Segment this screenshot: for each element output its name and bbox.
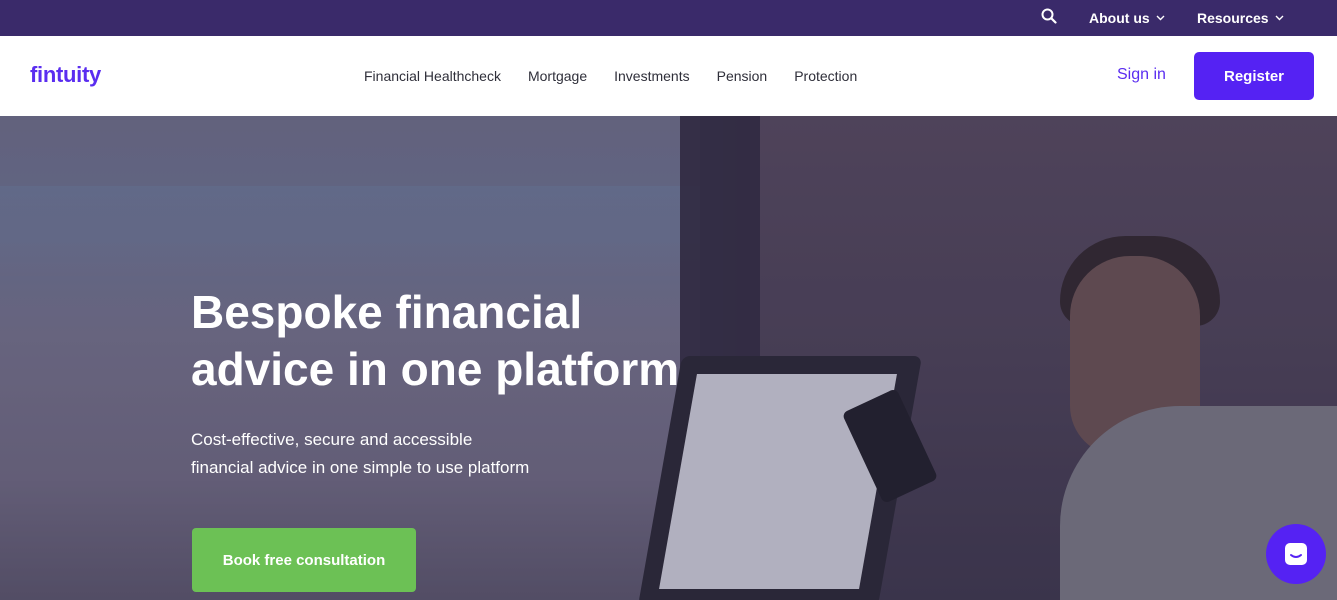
- chevron-down-icon: [1275, 15, 1284, 21]
- nav-mortgage[interactable]: Mortgage: [528, 68, 587, 84]
- main-header: fintuity Financial Healthcheck Mortgage …: [0, 36, 1337, 116]
- nav-investments[interactable]: Investments: [614, 68, 689, 84]
- book-consultation-button[interactable]: Book free consultation: [192, 528, 416, 592]
- resources-label: Resources: [1197, 10, 1269, 26]
- sign-in-link[interactable]: Sign in: [1117, 66, 1166, 84]
- hero-subtitle-line1: Cost-effective, secure and accessible: [191, 430, 473, 449]
- main-nav: Financial Healthcheck Mortgage Investmen…: [364, 36, 884, 116]
- register-button[interactable]: Register: [1194, 52, 1314, 100]
- hero-title-line1: Bespoke financial: [191, 286, 583, 338]
- hero-subtitle-line2: financial advice in one simple to use pl…: [191, 458, 530, 477]
- hero-subtitle: Cost-effective, secure and accessible fi…: [191, 426, 591, 482]
- top-utility-bar: About us Resources: [0, 0, 1337, 36]
- search-icon[interactable]: [1041, 8, 1057, 24]
- about-us-label: About us: [1089, 10, 1150, 26]
- hero-title-line2: advice in one platform: [191, 343, 680, 395]
- about-us-menu[interactable]: About us: [1089, 0, 1165, 36]
- nav-financial-healthcheck[interactable]: Financial Healthcheck: [364, 68, 501, 84]
- fintuity-logo[interactable]: fintuity: [30, 62, 101, 88]
- chat-launcher-button[interactable]: [1266, 524, 1326, 584]
- hero-section: Bespoke financial advice in one platform…: [0, 116, 1337, 600]
- chat-icon: [1285, 543, 1307, 565]
- hero-title: Bespoke financial advice in one platform: [191, 284, 751, 398]
- chevron-down-icon: [1156, 15, 1165, 21]
- nav-pension[interactable]: Pension: [717, 68, 768, 84]
- resources-menu[interactable]: Resources: [1197, 0, 1284, 36]
- nav-protection[interactable]: Protection: [794, 68, 857, 84]
